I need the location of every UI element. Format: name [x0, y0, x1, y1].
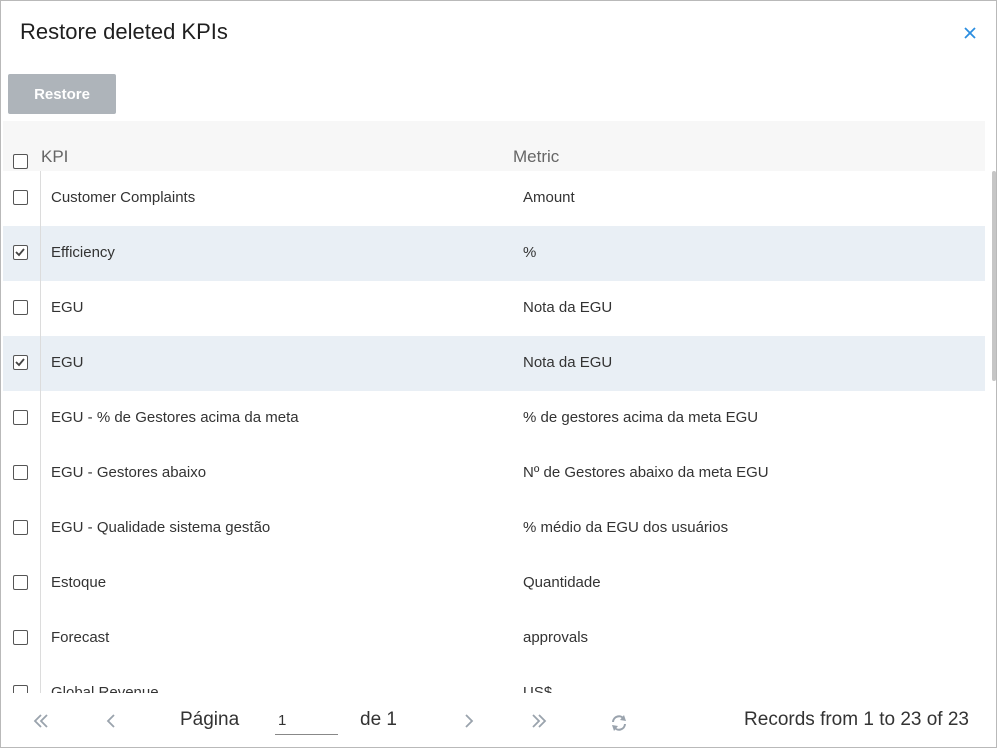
kpi-grid: KPI Metric Customer Complaints Amount Effi… [3, 121, 985, 693]
cell-metric: % de gestores acima da meta EGU [523, 409, 759, 426]
table-row[interactable]: EGU - Qualidade sistema gestão % médio da… [3, 501, 985, 556]
table-row[interactable]: EGU - Gestores abaixo Nº de Gestores abai… [3, 446, 985, 501]
table-row[interactable]: EGU - % de Gestores acima da meta % de ge… [3, 391, 985, 446]
row-checkbox[interactable] [13, 575, 28, 590]
row-checkbox[interactable] [13, 465, 28, 480]
cell-metric: % médio da EGU dos usuários [523, 519, 729, 536]
cell-metric: approvals [523, 629, 589, 646]
row-checkbox[interactable] [13, 630, 28, 645]
cell-kpi: Efficiency [51, 244, 115, 261]
cell-metric: Nº de Gestores abaixo da meta EGU [523, 464, 769, 481]
column-divider [40, 171, 41, 693]
checkmark-icon [15, 248, 25, 257]
previous-page-icon[interactable] [101, 711, 121, 731]
restore-kpis-dialog: Restore deleted KPIs Restore KPI Metric … [0, 0, 997, 748]
grid-scrollbar[interactable] [992, 171, 996, 381]
page-label: Página [180, 709, 240, 730]
cell-kpi: Forecast [51, 629, 110, 646]
row-checkbox[interactable] [13, 190, 28, 205]
column-header-metric[interactable]: Metric [513, 147, 559, 167]
column-header-kpi[interactable]: KPI [41, 147, 68, 167]
row-checkbox[interactable] [13, 520, 28, 535]
cell-metric: Amount [523, 189, 575, 206]
page-number-input[interactable] [275, 707, 338, 735]
cell-metric: % [523, 244, 537, 261]
page-count-label: de 1 [360, 709, 397, 730]
cell-kpi: EGU [51, 354, 84, 371]
row-checkbox[interactable] [13, 300, 28, 315]
checkmark-icon [15, 358, 25, 367]
cell-kpi: EGU - Gestores abaixo [51, 464, 207, 481]
restore-button[interactable]: Restore [8, 74, 116, 114]
cell-metric: US$ [523, 684, 553, 693]
table-row[interactable]: Global Revenue US$ [3, 666, 985, 693]
last-page-icon[interactable] [529, 711, 549, 731]
cell-kpi: EGU - % de Gestores acima da meta [51, 409, 299, 426]
refresh-icon[interactable] [609, 713, 629, 733]
cell-kpi: Customer Complaints [51, 189, 196, 206]
cell-kpi: Global Revenue [51, 684, 159, 693]
row-checkbox[interactable] [13, 685, 28, 693]
cell-kpi: Estoque [51, 574, 107, 591]
dialog-title: Restore deleted KPIs [20, 19, 228, 44]
grid-header: KPI Metric [3, 121, 985, 171]
table-row[interactable]: Estoque Quantidade [3, 556, 985, 611]
row-checkbox[interactable] [13, 355, 28, 370]
table-row[interactable]: Efficiency% [3, 226, 985, 281]
select-all-checkbox[interactable] [13, 154, 28, 169]
table-row[interactable]: Customer Complaints Amount [3, 171, 985, 226]
table-row[interactable]: EGU Nota da EGU [3, 336, 985, 391]
cell-kpi: EGU [51, 299, 84, 316]
next-page-icon[interactable] [459, 711, 479, 731]
row-checkbox[interactable] [13, 410, 28, 425]
cell-metric: Nota da EGU [523, 354, 613, 371]
pager: Página de 1 Records from 1 to 23 of 23 [1, 693, 996, 747]
table-row[interactable]: EGU Nota da EGU [3, 281, 985, 336]
close-icon[interactable] [962, 25, 978, 41]
cell-metric: Quantidade [523, 574, 601, 591]
first-page-icon[interactable] [31, 711, 51, 731]
cell-kpi: EGU - Qualidade sistema gestão [51, 519, 271, 536]
cell-metric: Nota da EGU [523, 299, 613, 316]
row-checkbox[interactable] [13, 245, 28, 260]
table-row[interactable]: Forecast approvals [3, 611, 985, 666]
records-summary: Records from 1 to 23 of 23 [744, 709, 969, 730]
